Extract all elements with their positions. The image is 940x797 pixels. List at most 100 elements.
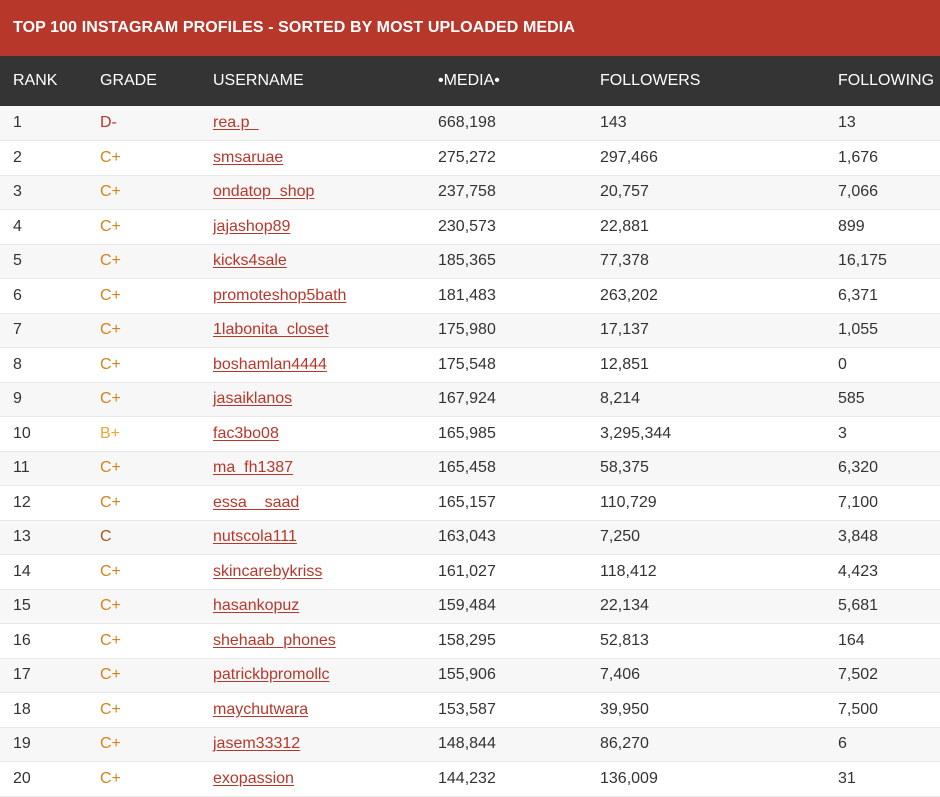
followers-count-cell: 110,729: [600, 493, 657, 511]
username-link[interactable]: exopassion: [213, 770, 294, 787]
username-link[interactable]: fac3bo08: [213, 425, 279, 442]
username-link[interactable]: boshamlan4444: [213, 356, 327, 373]
following-count-cell: 13: [838, 114, 856, 131]
username-cell: 1labonita_closet: [200, 313, 425, 348]
following-count-cell: 7,500: [838, 700, 879, 718]
media-count-cell: 165,458: [438, 459, 496, 477]
username-link[interactable]: skincarebykriss: [213, 563, 322, 580]
media-count-cell: 230,573: [438, 217, 496, 235]
username-link[interactable]: essa__saad: [213, 494, 299, 511]
followers-count-cell: 297,466: [600, 148, 658, 166]
rank-cell: 20: [13, 769, 31, 787]
followers-count-cell: 12,851: [600, 355, 649, 373]
username-link[interactable]: jasem33312: [213, 735, 300, 752]
profiles-table: RANK GRADE USERNAME •MEDIA• FOLLOWERS FO…: [0, 56, 940, 797]
rank-cell: 12: [13, 493, 31, 511]
table-row: 7 C+ 1labonita_closet 175,980 17,137 1,055: [0, 313, 940, 348]
followers-count-cell: 20,757: [600, 183, 649, 201]
username-cell: jasaiklanos: [200, 382, 425, 417]
followers-count-cell: 52,813: [600, 631, 649, 649]
rank-cell: 9: [13, 390, 22, 408]
table-row: 16 C+ shehaab_phones 158,295 52,813 164: [0, 623, 940, 659]
grade-cell: C+: [100, 390, 121, 408]
username-cell: fac3bo08: [200, 417, 425, 452]
media-count-cell: 181,483: [438, 286, 496, 304]
rank-cell: 10: [13, 424, 31, 442]
grade-cell: C+: [100, 286, 121, 304]
rank-cell: 17: [13, 666, 31, 684]
following-count-cell: 164: [838, 631, 865, 649]
username-cell: shehaab_phones: [200, 624, 425, 659]
following-count-cell: 7,502: [838, 666, 879, 684]
username-cell: ondatop_shop: [200, 175, 425, 210]
followers-count-cell: 263,202: [600, 286, 658, 304]
username-link[interactable]: ma_fh1387: [213, 459, 293, 476]
column-header-followers[interactable]: FOLLOWERS: [587, 56, 825, 106]
media-count-cell: 175,548: [438, 355, 496, 373]
table-row: 19 C+ jasem33312 148,844 86,270 6: [0, 727, 940, 762]
followers-count-cell: 77,378: [600, 252, 649, 270]
username-link[interactable]: smsaruae: [213, 149, 283, 166]
following-count-cell: 7,100: [838, 493, 879, 511]
username-link[interactable]: kicks4sale: [213, 252, 287, 269]
rank-cell: 4: [13, 217, 22, 235]
username-cell: hasankopuz: [200, 589, 425, 624]
table-row: 2 C+ smsaruae 275,272 297,466 1,676: [0, 140, 940, 175]
username-link[interactable]: patrickbpromollc: [213, 666, 329, 683]
following-count-cell: 6: [838, 735, 847, 753]
table-row: 3 C+ ondatop_shop 237,758 20,757 7,066: [0, 175, 940, 210]
media-count-cell: 148,844: [438, 735, 496, 753]
grade-cell: C+: [100, 769, 121, 787]
username-link[interactable]: promoteshop5bath: [213, 287, 346, 304]
username-link[interactable]: jasaiklanos: [213, 390, 292, 407]
rank-cell: 2: [13, 148, 22, 166]
grade-cell: C: [100, 528, 112, 546]
followers-count-cell: 86,270: [600, 735, 649, 753]
media-count-cell: 167,924: [438, 390, 496, 408]
table-row: 8 C+ boshamlan4444 175,548 12,851 0: [0, 347, 940, 382]
column-header-grade[interactable]: GRADE: [87, 56, 200, 106]
rank-cell: 16: [13, 631, 31, 649]
grade-cell: C+: [100, 631, 121, 649]
media-count-cell: 161,027: [438, 562, 496, 580]
followers-count-cell: 143: [600, 114, 627, 131]
table-row: 13 Cnutscola111 163,043 7,250 3,848: [0, 520, 940, 555]
following-count-cell: 1,055: [838, 321, 879, 339]
username-link[interactable]: ondatop_shop: [213, 183, 314, 200]
followers-count-cell: 7,406: [600, 666, 641, 684]
column-header-rank[interactable]: RANK: [0, 56, 87, 106]
grade-cell: C+: [100, 459, 121, 477]
media-count-cell: 153,587: [438, 700, 496, 718]
rank-cell: 15: [13, 597, 31, 615]
following-count-cell: 3: [838, 424, 847, 442]
table-row: 6 C+ promoteshop5bath 181,483 263,202 6,371: [0, 278, 940, 313]
followers-count-cell: 22,134: [600, 597, 649, 615]
username-link[interactable]: hasankopuz: [213, 597, 299, 614]
username-cell: nutscola111: [200, 520, 425, 555]
column-header-media[interactable]: •MEDIA•: [425, 56, 587, 106]
table-row: 12 C+ essa__saad 165,157 110,729 7,100: [0, 485, 940, 520]
media-count-cell: 155,906: [438, 666, 496, 684]
grade-cell: C+: [100, 355, 121, 373]
grade-cell: C+: [100, 148, 121, 166]
followers-count-cell: 136,009: [600, 769, 658, 787]
media-count-cell: 175,980: [438, 321, 496, 339]
column-header-username[interactable]: USERNAME: [200, 56, 425, 106]
username-link[interactable]: 1labonita_closet: [213, 321, 329, 338]
username-link[interactable]: rea.p_: [213, 114, 258, 131]
following-count-cell: 4,423: [838, 562, 879, 580]
column-header-following[interactable]: FOLLOWING: [825, 56, 940, 106]
username-link[interactable]: maychutwara: [213, 701, 308, 718]
username-link[interactable]: nutscola111: [213, 528, 297, 545]
following-count-cell: 0: [838, 355, 847, 373]
followers-count-cell: 118,412: [600, 562, 657, 580]
grade-cell: C+: [100, 597, 121, 615]
page-title: TOP 100 INSTAGRAM PROFILES - SORTED BY M…: [13, 19, 576, 36]
username-cell: patrickbpromollc: [200, 658, 425, 693]
grade-cell: C+: [100, 252, 121, 270]
username-link[interactable]: shehaab_phones: [213, 632, 336, 649]
username-link[interactable]: jajashop89: [213, 218, 290, 235]
username-cell: rea.p_: [200, 106, 425, 141]
rank-cell: 6: [13, 286, 22, 304]
following-count-cell: 6,371: [838, 286, 879, 304]
